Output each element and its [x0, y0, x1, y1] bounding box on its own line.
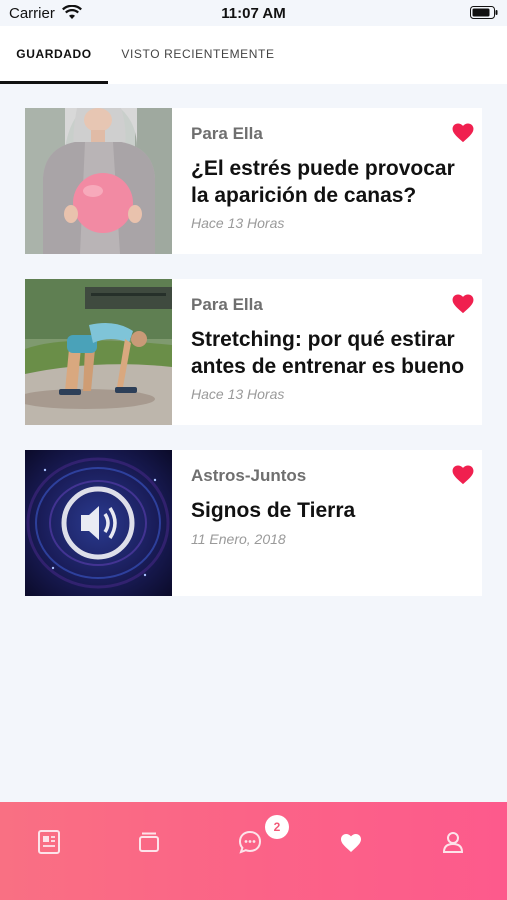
article-timestamp: 11 Enero, 2018: [191, 531, 286, 547]
tabbar-profile[interactable]: [433, 822, 473, 862]
tabbar-favorites[interactable]: [331, 822, 371, 862]
cosmic-audio-image: [25, 450, 172, 596]
tab-visto-recientemente[interactable]: VISTO RECIENTEMENTE: [108, 26, 288, 84]
active-tab-indicator: [0, 81, 108, 84]
article-category: Para Ella: [191, 124, 263, 143]
article-thumbnail: [25, 450, 172, 596]
tabbar-news[interactable]: [29, 822, 69, 862]
newspaper-icon: [38, 830, 60, 854]
article-timestamp: Hace 13 Horas: [191, 215, 285, 231]
cards-icon: [139, 832, 159, 852]
article-thumbnail: [25, 108, 172, 254]
article-card[interactable]: Para Ella Stretching: por qué estirar an…: [25, 279, 482, 425]
article-title[interactable]: Stretching: por qué estirar antes de ent…: [191, 326, 476, 380]
article-card[interactable]: Astros-Juntos Signos de Tierra 11 Enero,…: [25, 450, 482, 596]
article-title[interactable]: Signos de Tierra: [191, 497, 476, 524]
tab-guardado[interactable]: GUARDADO: [0, 26, 108, 84]
segment-tabs: GUARDADO VISTO RECIENTEMENTE: [0, 26, 507, 84]
chat-icon: [238, 830, 262, 854]
article-category: Para Ella: [191, 295, 263, 314]
tabbar-messages[interactable]: [230, 822, 270, 862]
unread-badge: 2: [265, 815, 289, 839]
stretching-woman-image: [25, 279, 172, 425]
article-timestamp: Hace 13 Horas: [191, 386, 285, 402]
user-icon: [442, 832, 464, 853]
heart-icon[interactable]: [452, 465, 474, 485]
woman-with-ball-image: [25, 108, 172, 254]
bottom-tab-bar: [0, 802, 507, 900]
article-card[interactable]: Para Ella ¿El estrés puede provocar la a…: [25, 108, 482, 254]
heart-icon[interactable]: [452, 294, 474, 314]
tabbar-cards[interactable]: [129, 822, 169, 862]
battery-icon: [470, 6, 498, 19]
article-thumbnail: [25, 279, 172, 425]
status-time: 11:07 AM: [221, 5, 286, 22]
article-title[interactable]: ¿El estrés puede provocar la aparición d…: [191, 155, 476, 209]
status-bar: Carrier 11:07 AM: [0, 0, 507, 26]
heart-icon: [341, 834, 361, 852]
heart-icon[interactable]: [452, 123, 474, 143]
article-category: Astros-Juntos: [191, 466, 307, 485]
